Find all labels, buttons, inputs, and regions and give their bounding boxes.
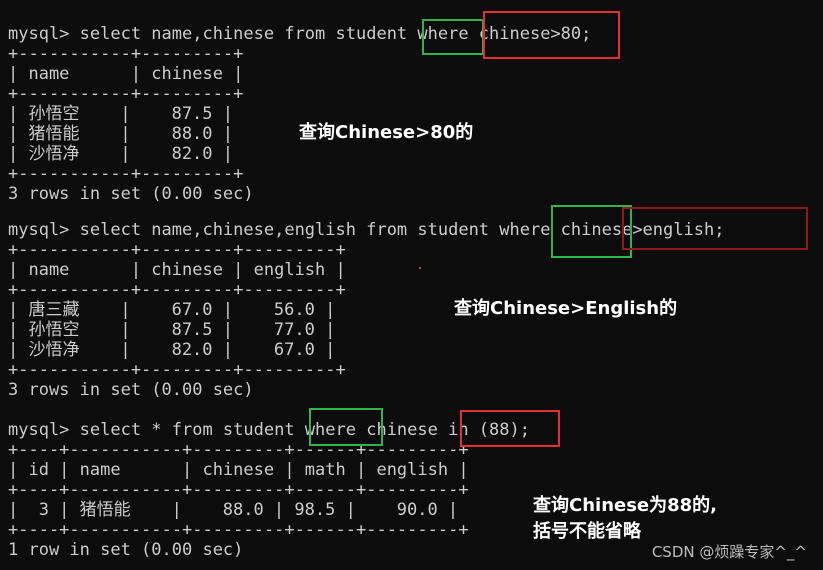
terminal-line: +-----------+---------+---------+ — [8, 240, 346, 260]
condition-highlight-box — [483, 11, 620, 59]
annotation-note: 查询Chinese为88的, 括号不能省略 — [533, 495, 718, 542]
annotation-note: 查询Chinese>80的 — [299, 122, 474, 143]
terminal-line: +-----------+---------+ — [8, 44, 244, 64]
terminal-line: | 沙悟净 | 82.0 | 67.0 | — [8, 340, 336, 360]
annotation-note: 查询Chinese>English的 — [454, 298, 678, 319]
where-highlight-box — [309, 408, 383, 446]
terminal-line: | 3 | 猪悟能 | 88.0 | 98.5 | 90.0 | — [8, 500, 459, 520]
terminal-line: +-----------+---------+---------+ — [8, 280, 346, 300]
watermark: CSDN @烦躁专家^_^ — [651, 543, 807, 561]
terminal-line: mysql> select * from student where chine… — [8, 420, 530, 440]
condition-highlight-box — [622, 207, 808, 250]
terminal-line: | 孙悟空 | 87.5 | 77.0 | — [8, 320, 336, 340]
terminal-line: +-----------+---------+ — [8, 164, 244, 184]
terminal-line: | id | name | chinese | math | english | — [8, 460, 469, 480]
terminal-line: +-----------+---------+ — [8, 84, 244, 104]
terminal-line: +----+-----------+---------+------+-----… — [8, 520, 469, 540]
where-highlight-box — [422, 19, 484, 55]
terminal-line: | 孙悟空 | 87.5 | — [8, 104, 233, 124]
terminal-line: +----+-----------+---------+------+-----… — [8, 440, 469, 460]
terminal-line: 3 rows in set (0.00 sec) — [8, 184, 254, 204]
red-dot — [419, 267, 421, 269]
condition-highlight-box — [460, 410, 560, 447]
terminal-line: | name | chinese | english | — [8, 260, 346, 280]
terminal-line: 3 rows in set (0.00 sec) — [8, 380, 254, 400]
terminal-line: +-----------+---------+---------+ — [8, 360, 346, 380]
terminal-line: +----+-----------+---------+------+-----… — [8, 480, 469, 500]
terminal-line: | 猪悟能 | 88.0 | — [8, 124, 233, 144]
terminal-line: | 唐三藏 | 67.0 | 56.0 | — [8, 300, 336, 320]
where-highlight-box — [551, 205, 632, 258]
terminal-window[interactable]: mysql> select name,chinese from student … — [0, 0, 823, 570]
terminal-line: | 沙悟净 | 82.0 | — [8, 144, 233, 164]
terminal-line: 1 row in set (0.00 sec) — [8, 540, 244, 560]
terminal-line: | name | chinese | — [8, 64, 244, 84]
